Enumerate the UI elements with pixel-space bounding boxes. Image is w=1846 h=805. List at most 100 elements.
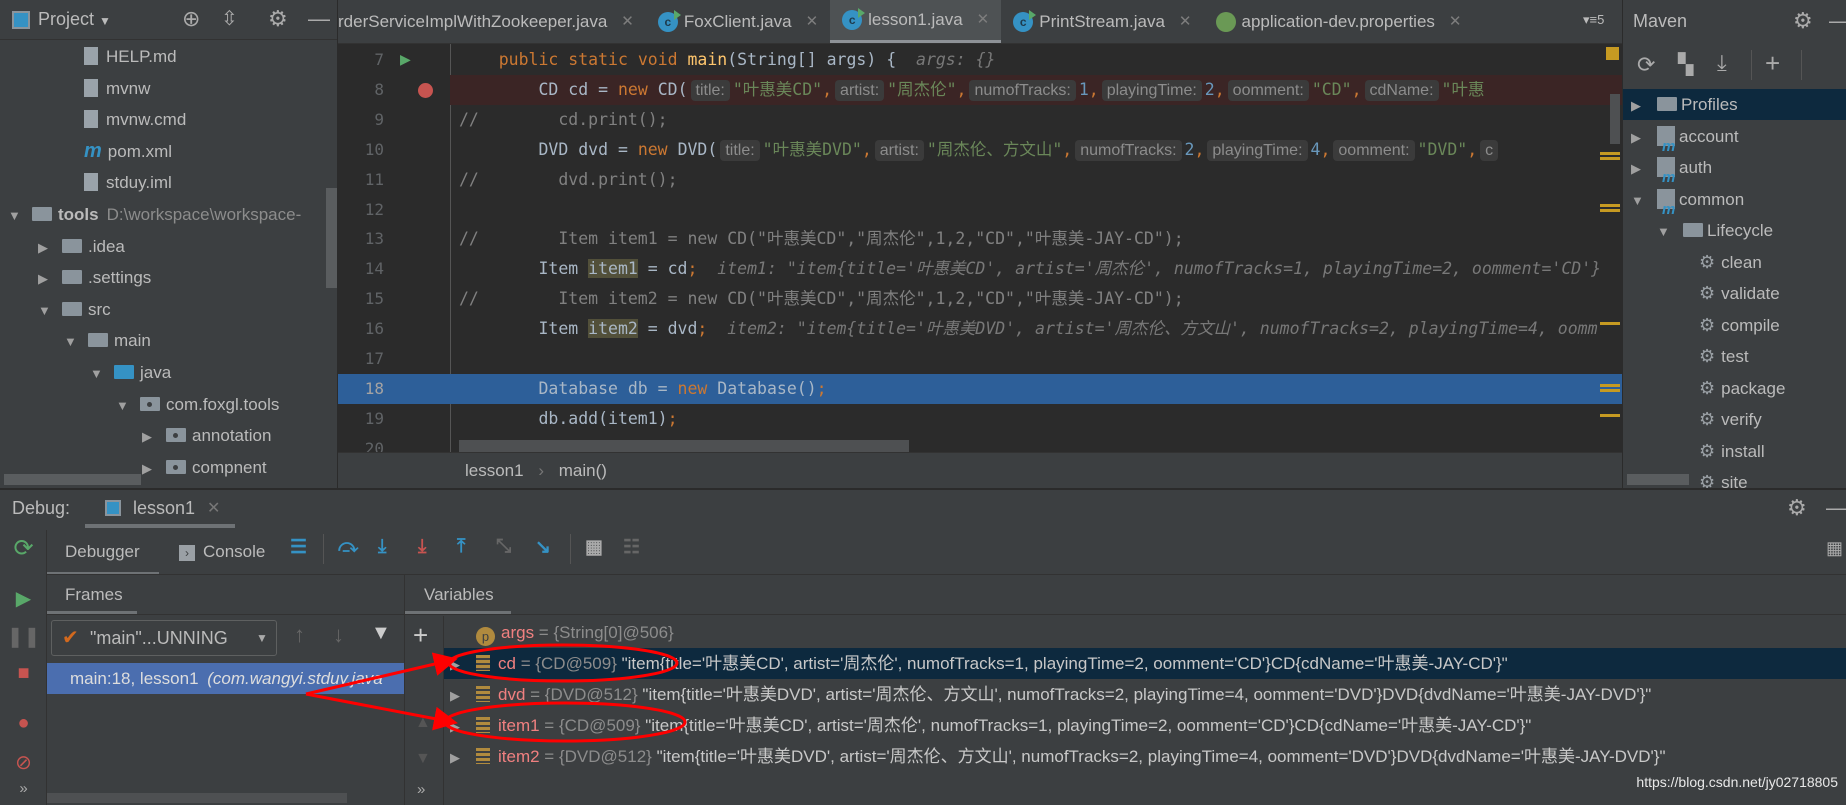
chevron-right-icon[interactable]: ▶ [450,711,472,742]
tree-item[interactable]: ▼ src [38,294,111,325]
maven-item-account[interactable]: ▶ account [1623,121,1846,162]
layout-icon[interactable]: ▦ [1826,538,1843,559]
code-line[interactable]: 8 CD cd = new CD(title: "叶惠美CD", artist: "周… [374,74,1622,105]
tab-foxclient-java[interactable]: c FoxClient.java ✕ [646,0,830,43]
step-out-icon[interactable]: ⤒ [457,536,465,558]
drop-frame-icon[interactable]: ⤡ [496,536,511,558]
more-icon[interactable]: » [417,781,425,798]
project-vertical-scrollbar[interactable] [326,188,337,288]
locate-icon[interactable]: ⊕ [182,6,200,32]
tab-console[interactable]: › Console [175,530,285,575]
chevron-down-icon[interactable]: ▼ [1657,216,1671,247]
thread-selector[interactable]: ✔ "main"...UNNING ▼ [51,620,277,656]
move-up-icon[interactable]: ▲ [415,714,431,732]
maven-item-test[interactable]: ⚙ test [1623,341,1846,372]
run-icon[interactable]: ▶ [400,45,411,75]
show-execution-point-icon[interactable]: ☰ [290,536,307,559]
next-frame-icon[interactable]: ↓ [333,622,344,648]
view-breakpoints-icon[interactable]: ● [0,712,47,735]
chevron-down-icon[interactable]: ▼ [90,358,104,389]
code-line[interactable]: 9 // cd.print(); [338,105,1622,135]
tree-item[interactable]: m pom.xml [84,136,172,167]
tree-item[interactable]: ▼ java [90,357,171,388]
download-icon[interactable]: ⤓ [1717,50,1727,76]
minimize-icon[interactable]: — [1826,495,1846,521]
close-icon[interactable]: ✕ [207,498,220,518]
tree-item[interactable]: ▶ .settings [38,262,151,293]
add-watch-icon[interactable]: + [413,620,428,651]
step-into-icon[interactable]: ⤓ [378,536,386,558]
tree-item[interactable]: ▼ com.foxgl.tools [116,389,279,420]
maven-item-common[interactable]: ▼ common [1623,184,1846,225]
maven-item-install[interactable]: ⚙ install [1623,436,1846,467]
rerun-icon[interactable]: ⟳ [0,534,47,563]
variable-row[interactable]: ▶ dvd = {DVD@512} "item{title='叶惠美DVD', a… [444,679,1846,710]
pause-icon[interactable]: ❚❚ [0,624,47,649]
tab-overflow-button[interactable]: ▾≡5 [1583,12,1604,28]
tab-debugger[interactable]: Debugger [47,530,159,575]
run-to-cursor-icon[interactable]: ↘ [535,536,551,559]
variable-row[interactable]: p args = {String[0]@506} [444,617,1846,648]
tree-item[interactable]: ▼ main [64,325,151,356]
chevron-down-icon[interactable]: ▼ [116,390,130,421]
code-line[interactable]: 12 [338,195,1622,225]
code-line[interactable]: 11 // dvd.print(); [338,165,1622,195]
gear-icon[interactable]: ⚙ [268,6,288,32]
frame-row[interactable]: main:18, lesson1 (com.wangyi.stduy.java [47,663,404,694]
close-icon[interactable]: ✕ [621,1,634,43]
minimize-icon[interactable]: — [308,6,330,32]
chevron-right-icon[interactable]: ▶ [38,263,52,294]
chevron-right-icon[interactable]: ▶ [1631,153,1645,184]
maven-item-profiles[interactable]: ▶ Profiles [1623,89,1846,120]
chevron-right-icon[interactable]: ▶ [450,680,472,711]
tab-rderserviceimplwithzookeeper-java[interactable]: rderServiceImplWithZookeeper.java ✕ [338,0,646,43]
tree-item[interactable]: ▶ compnent [142,452,267,483]
chevron-right-icon[interactable]: ▶ [1631,90,1645,121]
code-line[interactable]: 7 ▶ public static void main(String[] args… [338,45,1622,75]
code-line[interactable]: 17 [338,344,1622,374]
editor-vertical-scrollbar[interactable] [1610,94,1620,144]
move-down-icon[interactable]: ▼ [415,750,431,768]
code-line[interactable]: 16 Item item2 = dvd; item2: "item{title=… [338,314,1622,344]
tree-item[interactable]: ▶ annotation [142,420,271,451]
maven-horizontal-scrollbar[interactable] [1627,474,1689,485]
chevron-right-icon[interactable]: ▶ [142,421,156,452]
code-line[interactable]: 18 Database db = new Database(); [338,373,1622,404]
chevron-down-icon[interactable]: ▼ [1631,185,1645,216]
close-icon[interactable]: ✕ [806,1,819,43]
evaluate-expression-icon[interactable]: ▦ [585,536,603,559]
maven-item-auth[interactable]: ▶ auth [1623,152,1846,193]
code-line[interactable]: 19 db.add(item1); [338,404,1622,434]
tree-item[interactable]: ▶ .idea [38,231,125,262]
chevron-right-icon[interactable]: ▶ [450,742,472,773]
maven-item-compile[interactable]: ⚙ compile [1623,310,1846,341]
code-line[interactable]: 14 Item item1 = cd; item1: "item{title='… [338,254,1622,284]
collapse-all-icon[interactable]: ⇳ [221,6,238,31]
close-icon[interactable]: ✕ [977,1,990,39]
tab-application-dev-properties[interactable]: application-dev.properties ✕ [1204,0,1474,43]
frames-horizontal-scrollbar[interactable] [47,793,347,803]
mute-breakpoints-icon[interactable]: ⊘ [0,750,47,775]
chevron-down-icon[interactable]: ▼ [64,326,78,357]
gear-icon[interactable]: ⚙ [1787,495,1807,521]
variable-row[interactable]: ▶ item2 = {DVD@512} "item{title='叶惠美DVD',… [444,741,1846,772]
editor-horizontal-scrollbar[interactable] [459,440,909,452]
code-line[interactable]: 15 // Item item2 = new CD("叶惠美CD","周杰伦",1… [338,284,1622,314]
chevron-down-icon[interactable]: ▼ [8,200,22,231]
tree-item[interactable]: mvnw.cmd [84,104,186,135]
reload-icon[interactable]: ⟳ [1637,52,1655,78]
stop-icon[interactable]: ■ [0,662,47,685]
force-step-into-icon[interactable]: ⤓ [418,536,426,558]
minimize-icon[interactable]: — [1829,8,1846,34]
maven-item-lifecycle[interactable]: ▼ Lifecycle [1623,215,1846,246]
debug-session-tab[interactable]: lesson1 ✕ [85,490,235,528]
breakpoint-icon[interactable] [418,82,433,98]
tab-lesson1-java[interactable]: c lesson1.java ✕ [830,0,1002,43]
breadcrumb-method[interactable]: main() [559,461,607,480]
tree-item[interactable]: HELP.md [84,41,177,72]
chevron-right-icon[interactable]: ▶ [1631,122,1645,153]
chevron-right-icon[interactable]: ▶ [142,453,156,484]
step-over-icon[interactable]: ⤼ [338,536,358,558]
variable-row[interactable]: ▶ cd = {CD@509} "item{title='叶惠美CD', arti… [444,648,1846,679]
tree-item[interactable]: ▼ tools D:\workspace\workspace- [8,199,301,230]
